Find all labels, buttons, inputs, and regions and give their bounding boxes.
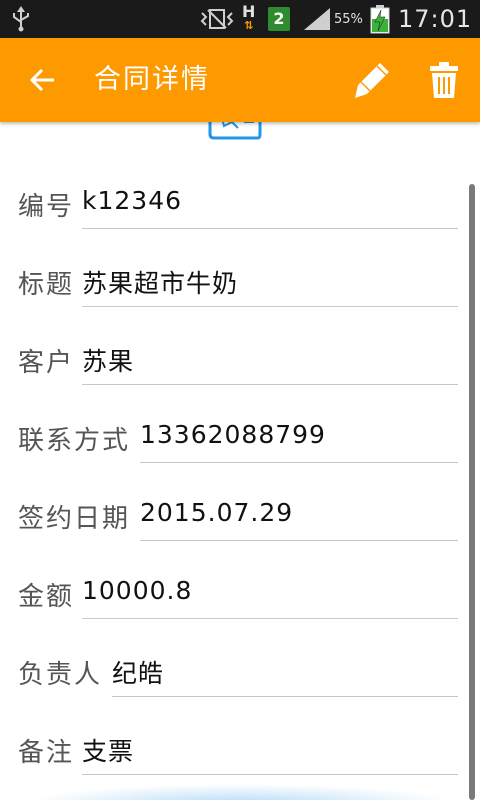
contract-document-icon bbox=[208, 122, 262, 148]
page-title: 合同详情 bbox=[94, 64, 210, 95]
battery-percent: 55% bbox=[334, 11, 363, 27]
field-label: 负责人 bbox=[18, 660, 103, 690]
network-type-label: H bbox=[242, 2, 256, 21]
field-owner: 负责人 纪皓 bbox=[0, 640, 480, 700]
sim-slot-label: 2 bbox=[268, 7, 290, 31]
back-button[interactable] bbox=[22, 60, 62, 100]
field-contact: 联系方式 13362088799 bbox=[0, 406, 480, 466]
status-bar: H ⇅ 2 55% 17:01 bbox=[0, 0, 480, 38]
field-label: 标题 bbox=[18, 270, 75, 300]
network-type-indicator: H ⇅ bbox=[242, 0, 255, 38]
field-remarks: 备注 支票 bbox=[0, 718, 480, 778]
action-bar: 合同详情 bbox=[0, 38, 480, 122]
sim-badge: 2 bbox=[268, 0, 290, 38]
clock: 17:01 bbox=[398, 5, 473, 33]
arrow-left-icon bbox=[29, 68, 54, 92]
delete-button[interactable] bbox=[422, 58, 466, 102]
vibrate-icon bbox=[200, 0, 234, 38]
field-title: 标题 苏果超市牛奶 bbox=[0, 250, 480, 310]
field-underline bbox=[82, 228, 458, 229]
field-value[interactable]: 2015.07.29 bbox=[140, 498, 293, 527]
field-label: 金额 bbox=[18, 582, 75, 612]
field-label: 客户 bbox=[18, 348, 75, 378]
field-value[interactable]: 苏果超市牛奶 bbox=[82, 264, 238, 300]
field-label: 签约日期 bbox=[18, 504, 131, 534]
signal-icon bbox=[302, 0, 332, 38]
field-contract-number: 编号 k12346 bbox=[0, 172, 480, 232]
field-sign-date: 签约日期 2015.07.29 bbox=[0, 484, 480, 544]
field-label: 编号 bbox=[18, 192, 75, 222]
field-underline bbox=[140, 540, 458, 541]
field-label: 备注 bbox=[18, 738, 75, 768]
pencil-icon bbox=[355, 63, 389, 98]
field-customer: 客户 苏果 bbox=[0, 328, 480, 388]
field-amount: 金额 10000.8 bbox=[0, 562, 480, 622]
battery-charging-icon bbox=[370, 0, 390, 38]
overscroll-glow bbox=[20, 784, 460, 800]
field-underline bbox=[82, 774, 458, 775]
contract-detail-form: 编号 k12346 标题 苏果超市牛奶 客户 苏果 联系方式 133620887… bbox=[0, 122, 480, 800]
field-underline bbox=[112, 696, 458, 697]
field-underline bbox=[82, 384, 458, 385]
field-value[interactable]: 13362088799 bbox=[140, 420, 326, 449]
data-activity-icon: ⇅ bbox=[244, 19, 254, 32]
field-underline bbox=[82, 306, 458, 307]
field-value[interactable]: 支票 bbox=[82, 732, 134, 768]
usb-icon bbox=[10, 0, 32, 38]
field-value[interactable]: 苏果 bbox=[82, 342, 134, 378]
trash-icon bbox=[430, 62, 458, 98]
field-underline bbox=[140, 462, 458, 463]
field-underline bbox=[82, 618, 458, 619]
field-label: 联系方式 bbox=[18, 426, 131, 456]
scrollbar[interactable] bbox=[469, 184, 475, 800]
field-value[interactable]: 纪皓 bbox=[112, 654, 164, 690]
edit-button[interactable] bbox=[350, 58, 394, 102]
field-value[interactable]: k12346 bbox=[82, 186, 182, 215]
field-value[interactable]: 10000.8 bbox=[82, 576, 192, 605]
